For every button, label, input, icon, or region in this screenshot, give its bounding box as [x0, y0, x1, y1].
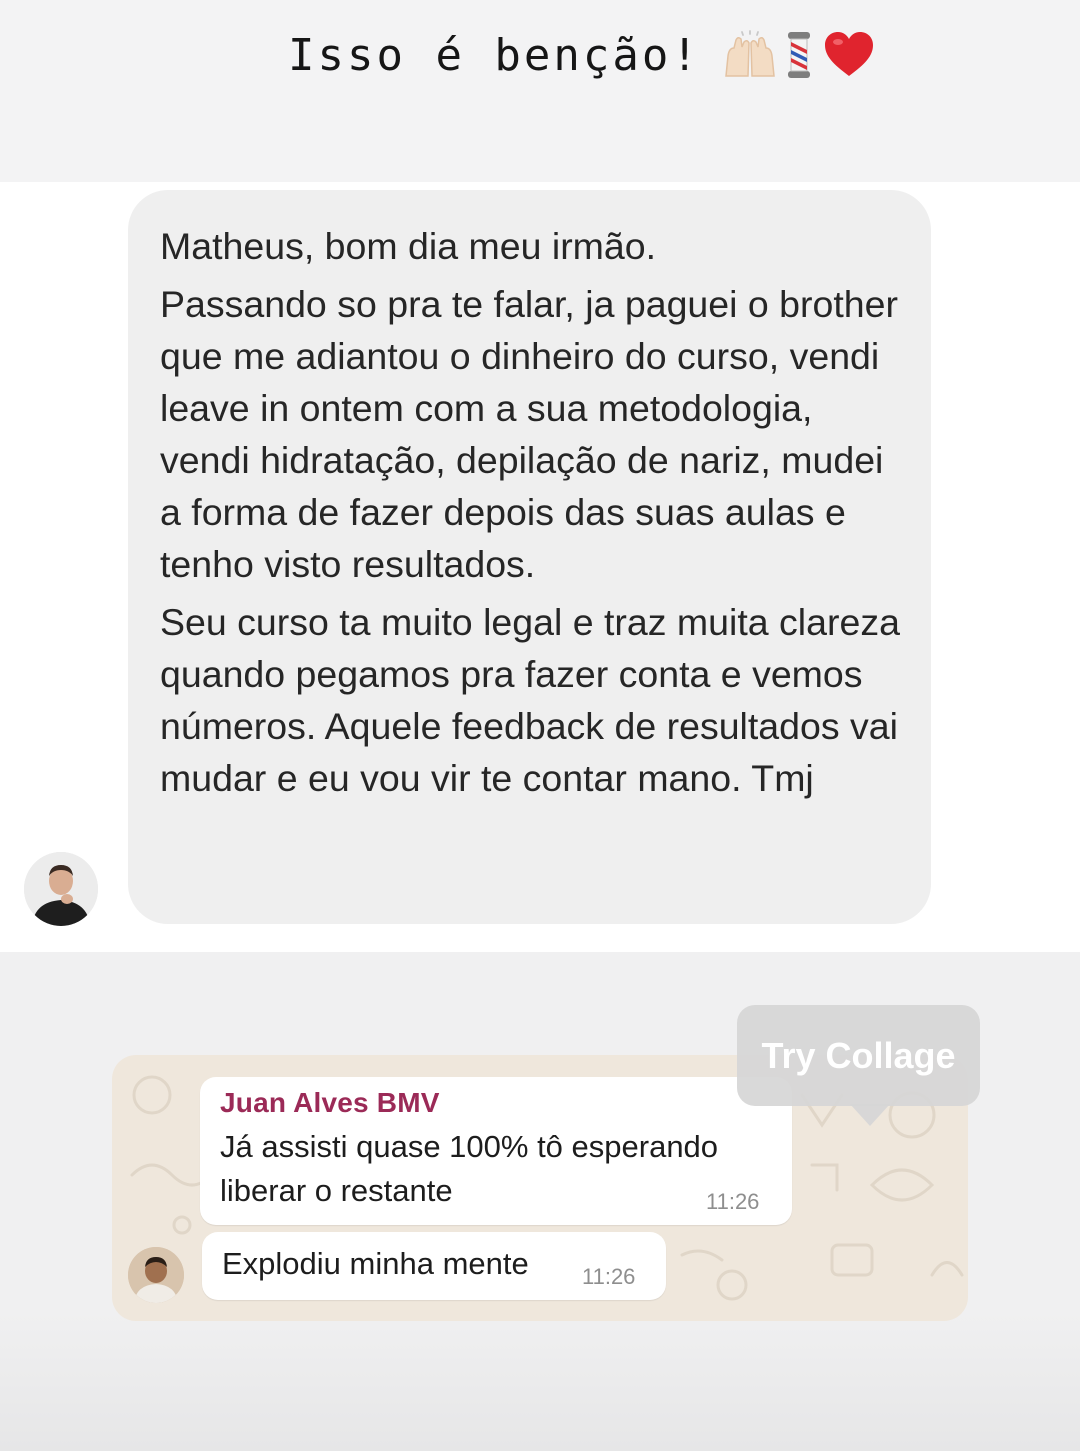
caption-text: Isso é benção! [288, 30, 701, 81]
dm-message-bubble: Matheus, bom dia meu irmão. Passando so … [128, 190, 931, 924]
person-avatar-icon [128, 1247, 184, 1303]
message-timestamp: 11:26 [706, 1189, 760, 1214]
barber-pole-emoji-icon [788, 32, 810, 78]
raising-hands-emoji-icon [725, 30, 775, 77]
story-caption: Isso é benção! [0, 0, 1080, 182]
tooltip-pointer [850, 1104, 890, 1126]
dm-message-paragraph: Matheus, bom dia meu irmão. [160, 225, 657, 267]
sender-avatar[interactable] [24, 852, 98, 926]
chat-message-bubble: Juan Alves BMV Já assisti quase 100% tô … [200, 1077, 792, 1225]
dm-message-paragraph: Passando so pra te falar, ja paguei o br… [160, 283, 898, 585]
message-sender-name[interactable]: Juan Alves BMV [220, 1087, 440, 1119]
sender-avatar[interactable] [128, 1247, 184, 1303]
message-text: Explodiu minha mente [222, 1246, 529, 1281]
instagram-dm-screenshot: Matheus, bom dia meu irmão. Passando so … [0, 182, 1080, 952]
message-text: Já assisti quase 100% tô esperando liber… [220, 1129, 719, 1208]
red-heart-emoji-icon [825, 32, 873, 76]
try-collage-tooltip-button[interactable]: Try Collage [737, 1005, 980, 1106]
message-timestamp: 11:26 [582, 1264, 636, 1289]
dm-message-paragraph: Seu curso ta muito legal e traz muita cl… [160, 601, 900, 799]
story-page: Isso é benção! Matheus, bom dia meu irmã… [0, 0, 1080, 1451]
person-avatar-icon [24, 852, 98, 926]
chat-message-bubble: Explodiu minha mente 11:26 [202, 1232, 666, 1300]
